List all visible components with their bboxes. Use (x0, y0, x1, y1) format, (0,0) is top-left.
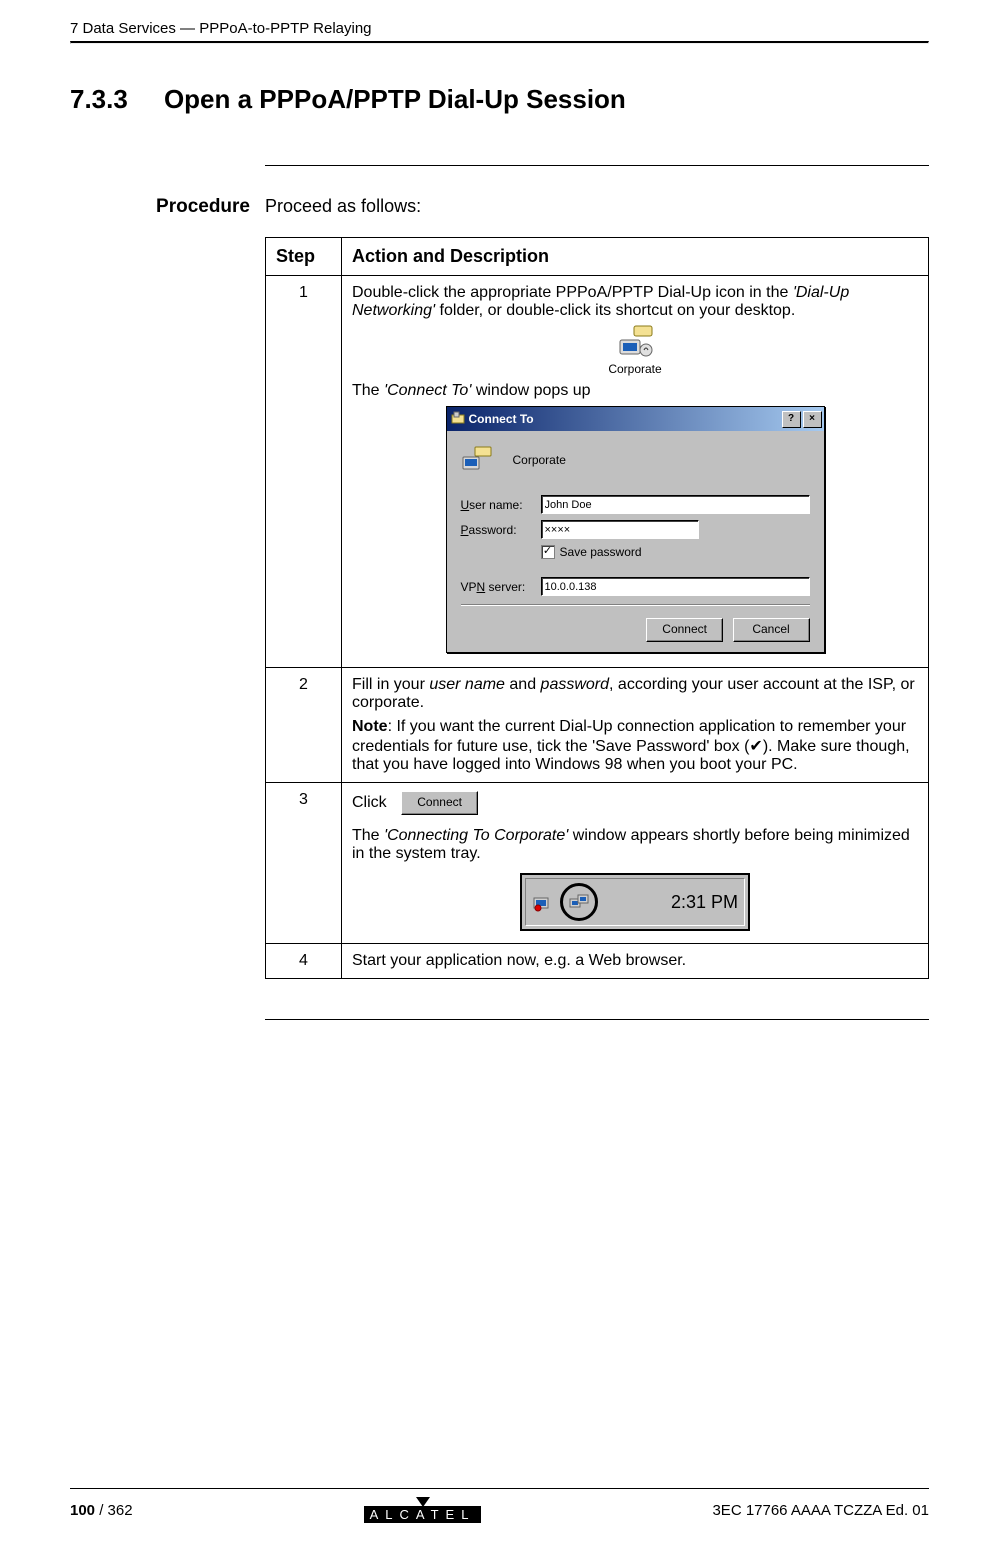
table-row: 4 Start your application now, e.g. a Web… (266, 944, 929, 979)
intro-text: Proceed as follows: (265, 196, 929, 217)
page-number-current: 100 (70, 1502, 95, 1519)
connect-button-inline[interactable]: Connect (401, 791, 478, 815)
connect-button[interactable]: Connect (646, 618, 723, 642)
tray-clock: 2:31 PM (671, 892, 738, 913)
step-action: Double-click the appropriate PPPoA/PPTP … (342, 276, 929, 668)
text: password (541, 676, 609, 693)
dialog-titlebar: Connect To ? × (447, 407, 824, 431)
dialog-connection-name: Corporate (513, 453, 566, 467)
text: 'Connecting To Corporate' (384, 827, 568, 844)
col-action: Action and Description (342, 238, 929, 276)
procedure-table: Step Action and Description 1 Double-cli… (265, 237, 929, 979)
page-number-total: / 362 (95, 1502, 133, 1519)
section-rule-top (265, 165, 929, 166)
dialog-divider (461, 604, 810, 606)
alcatel-logo-text: ALCATEL (364, 1506, 482, 1523)
col-step: Step (266, 238, 342, 276)
dialog-title: Connect To (469, 412, 782, 426)
vpn-server-label: VPN server: (461, 580, 541, 594)
step-number: 4 (266, 944, 342, 979)
footer-logo: ALCATEL (133, 1497, 713, 1523)
note-label: Note (352, 718, 388, 735)
username-label: User name: (461, 498, 541, 512)
section-rule-bottom (265, 1019, 929, 1020)
text: 'Connect To' (384, 382, 471, 399)
vpn-server-input[interactable] (541, 577, 810, 596)
system-tray: 2:31 PM (520, 873, 750, 931)
text: user name (429, 676, 505, 693)
step-action: Click Connect The 'Connecting To Corpora… (342, 783, 929, 944)
note-text: : If you want the current Dial-Up connec… (352, 718, 910, 773)
text: folder, or double-click its shortcut on … (435, 302, 795, 319)
close-button[interactable]: × (803, 411, 822, 428)
step-number: 1 (266, 276, 342, 668)
text: Click (352, 794, 387, 811)
step-action: Fill in your user name and password, acc… (342, 668, 929, 783)
page-footer: 100 / 362 ALCATEL 3EC 17766 AAAA TCZZA E… (70, 1488, 929, 1523)
cancel-button[interactable]: Cancel (733, 618, 810, 642)
tray-connection-icon (569, 892, 589, 912)
text: The (352, 382, 384, 399)
connect-to-dialog: Connect To ? × (446, 406, 825, 653)
password-input[interactable] (541, 520, 699, 539)
side-label-procedure: Procedure (70, 196, 250, 218)
dialup-icon-label: Corporate (608, 362, 661, 376)
dialog-title-icon (451, 411, 465, 428)
step-action: Start your application now, e.g. a Web b… (342, 944, 929, 979)
username-input[interactable] (541, 495, 810, 514)
header-rule (70, 41, 929, 44)
step-number: 3 (266, 783, 342, 944)
table-row: 3 Click Connect The 'Connecting To Corpo… (266, 783, 929, 944)
table-row: 1 Double-click the appropriate PPPoA/PPT… (266, 276, 929, 668)
page-header: 7 Data Services — PPPoA-to-PPTP Relaying (70, 20, 929, 37)
tray-icon (532, 892, 552, 912)
help-button[interactable]: ? (782, 411, 801, 428)
text: The (352, 827, 384, 844)
save-password-label: Save password (560, 545, 642, 559)
save-password-checkbox[interactable]: ✓ (541, 545, 555, 559)
section-title-text: Open a PPPoA/PPTP Dial-Up Session (164, 84, 626, 114)
table-header-row: Step Action and Description (266, 238, 929, 276)
section-heading: 7.3.3 Open a PPPoA/PPTP Dial-Up Session (70, 84, 929, 115)
section-number: 7.3.3 (70, 84, 128, 114)
text: Fill in your (352, 676, 429, 693)
step-number: 2 (266, 668, 342, 783)
tray-highlight-circle (560, 883, 598, 921)
connection-icon (461, 445, 495, 475)
table-row: 2 Fill in your user name and password, a… (266, 668, 929, 783)
document-id: 3EC 17766 AAAA TCZZA Ed. 01 (712, 1502, 929, 1519)
text: Double-click the appropriate PPPoA/PPTP … (352, 284, 793, 301)
text: and (505, 676, 541, 693)
password-label: Password: (461, 523, 541, 537)
text: window pops up (471, 382, 590, 399)
dialup-connection-icon: Corporate (608, 324, 661, 376)
